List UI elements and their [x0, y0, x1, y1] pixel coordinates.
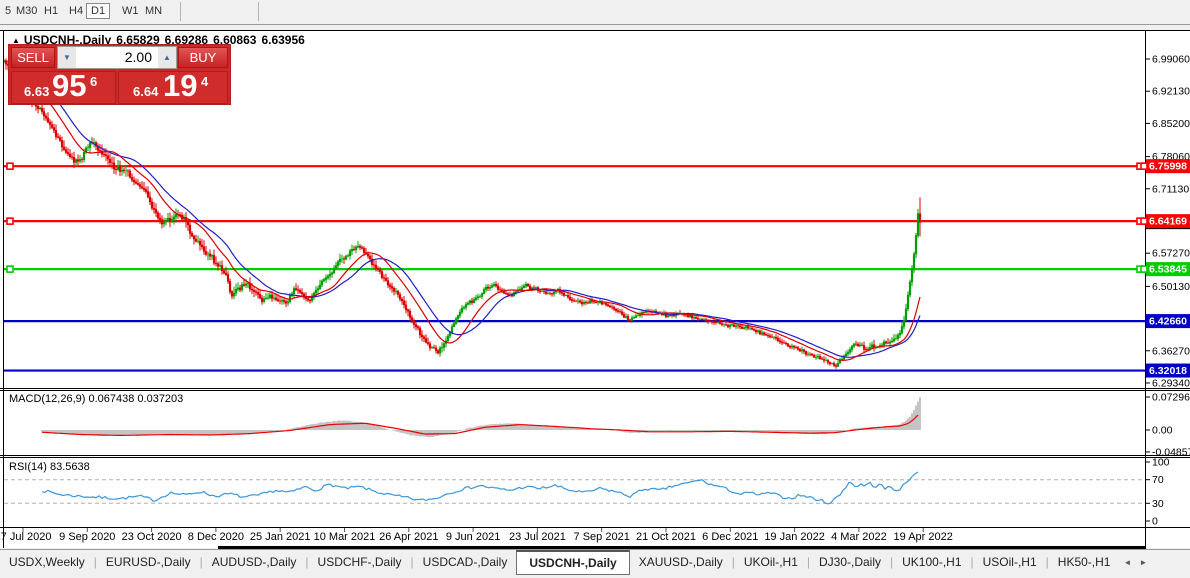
svg-text:10 Mar 2021: 10 Mar 2021	[314, 531, 376, 543]
buy-price-big: 19	[163, 68, 197, 104]
volume-stepper[interactable]: ▼ 2.00 ▲	[57, 46, 177, 69]
trade-panel-top-row: SELL ▼ 2.00 ▲ BUY	[9, 45, 230, 69]
svg-text:6.36270: 6.36270	[1152, 345, 1190, 357]
svg-text:100: 100	[1152, 457, 1170, 469]
tf-button-mn[interactable]: MN	[142, 3, 165, 19]
date-axis: 27 Jul 2020 9 Sep 2020 23 Oct 2020 8 Dec 20…	[0, 528, 953, 543]
svg-text:19 Apr 2022: 19 Apr 2022	[894, 531, 953, 543]
svg-text:6.99060: 6.99060	[1152, 54, 1190, 66]
svg-text:27 Jul 2020: 27 Jul 2020	[0, 531, 51, 543]
svg-text:23 Oct 2020: 23 Oct 2020	[122, 531, 182, 543]
svg-text:6.85200: 6.85200	[1152, 118, 1190, 130]
svg-text:30: 30	[1152, 498, 1164, 510]
svg-text:23 Jul 2021: 23 Jul 2021	[509, 531, 566, 543]
svg-text:6 Dec 2021: 6 Dec 2021	[702, 531, 758, 543]
buy-price-pip: 4	[201, 74, 208, 89]
tab-usoil-h1[interactable]: USOil-,H1	[974, 550, 1046, 573]
svg-text:6.32018: 6.32018	[1149, 365, 1187, 377]
svg-text:6.42660: 6.42660	[1149, 316, 1187, 328]
svg-text:6.64169: 6.64169	[1149, 216, 1187, 228]
svg-text:6.75998: 6.75998	[1149, 161, 1187, 173]
chart-stage: 6.990606.921306.852006.780606.711306.572…	[0, 25, 1190, 549]
toolbar-separator	[180, 2, 181, 21]
svg-text:6.57270: 6.57270	[1152, 248, 1190, 260]
svg-text:6.92130: 6.92130	[1152, 86, 1190, 98]
buy-price-prefix: 6.64	[133, 84, 158, 99]
tf-button-h4[interactable]: H4	[66, 3, 86, 19]
tab-usdchf-daily[interactable]: USDCHF-,Daily	[309, 550, 411, 573]
tab-uk100-h1[interactable]: UK100-,H1	[893, 550, 970, 573]
timeframe-toolbar: 5M30H1H4D1W1MN	[0, 0, 1190, 24]
svg-text:0.00: 0.00	[1152, 425, 1173, 437]
svg-text:6.53845: 6.53845	[1149, 264, 1187, 276]
sell-button[interactable]: SELL	[11, 47, 55, 68]
svg-text:25 Jan 2021: 25 Jan 2021	[250, 531, 311, 543]
sell-price-big: 95	[52, 68, 86, 104]
svg-text:8 Dec 2020: 8 Dec 2020	[188, 531, 244, 543]
tab-audusd-daily[interactable]: AUDUSD-,Daily	[203, 550, 306, 573]
sell-price-pip: 6	[90, 74, 97, 89]
toolbar-separator	[258, 2, 259, 21]
svg-text:70: 70	[1152, 474, 1164, 486]
svg-text:9 Sep 2020: 9 Sep 2020	[59, 531, 115, 543]
tab-usdcnh-daily[interactable]: USDCNH-,Daily	[516, 550, 629, 575]
line-handle[interactable]	[7, 163, 13, 169]
tab-scroll-right-icon[interactable]: ►	[1135, 550, 1151, 575]
tf-button-h1[interactable]: H1	[41, 3, 61, 19]
tf-button-d1[interactable]: D1	[86, 3, 110, 19]
buy-price-display[interactable]: 6.64 19 4	[118, 71, 228, 104]
tf-button-m30[interactable]: M30	[13, 3, 40, 19]
svg-text:7 Sep 2021: 7 Sep 2021	[574, 531, 630, 543]
trading-app-window: 5M30H1H4D1W1MN 6.990606.921306.852006.78…	[0, 0, 1190, 578]
tf-button-w1[interactable]: W1	[119, 3, 142, 19]
line-handle[interactable]	[7, 218, 13, 224]
svg-text:6.29340: 6.29340	[1152, 377, 1190, 389]
buy-button[interactable]: BUY	[178, 47, 228, 68]
svg-text:21 Oct 2021: 21 Oct 2021	[636, 531, 696, 543]
svg-text:26 Apr 2021: 26 Apr 2021	[379, 531, 438, 543]
line-handle[interactable]	[7, 266, 13, 272]
macd-label: MACD(12,26,9) 0.067438 0.037203	[9, 393, 183, 405]
tab-hk50-h1[interactable]: HK50-,H1	[1049, 550, 1120, 573]
svg-text:6.71130: 6.71130	[1152, 183, 1189, 195]
tab-xauusd-daily[interactable]: XAUUSD-,Daily	[630, 550, 732, 573]
symbol-tab-bar: USDX,Weekly|EURUSD-,Daily|AUDUSD-,Daily|…	[0, 549, 1190, 578]
svg-text:9 Jun 2021: 9 Jun 2021	[446, 531, 500, 543]
tab-usdx-weekly[interactable]: USDX,Weekly	[0, 550, 94, 573]
sell-price-prefix: 6.63	[24, 84, 49, 99]
ohlc-close: 6.63956	[261, 33, 304, 47]
volume-decrease-icon[interactable]: ▼	[58, 47, 76, 68]
tab-ukoil-h1[interactable]: UKOil-,H1	[735, 550, 807, 573]
tab-dj30-daily[interactable]: DJ30-,Daily	[810, 550, 890, 573]
svg-text:19 Jan 2022: 19 Jan 2022	[764, 531, 825, 543]
svg-text:4 Mar 2022: 4 Mar 2022	[831, 531, 887, 543]
tab-usdcad-daily[interactable]: USDCAD-,Daily	[414, 550, 517, 573]
sell-price-display[interactable]: 6.63 95 6	[11, 71, 116, 104]
volume-value[interactable]: 2.00	[76, 47, 158, 68]
svg-text:6.50130: 6.50130	[1152, 281, 1190, 293]
svg-text:0.072963: 0.072963	[1152, 392, 1190, 404]
one-click-trade-panel: SELL ▼ 2.00 ▲ BUY 6.63 95 6 6.64 19 4	[8, 44, 231, 105]
rsi-label: RSI(14) 83.5638	[9, 461, 90, 473]
svg-text:0: 0	[1152, 516, 1158, 528]
tab-scroll-left-icon[interactable]: ◄	[1119, 550, 1135, 575]
volume-increase-icon[interactable]: ▲	[158, 47, 176, 68]
tab-eurusd-daily[interactable]: EURUSD-,Daily	[97, 550, 200, 573]
